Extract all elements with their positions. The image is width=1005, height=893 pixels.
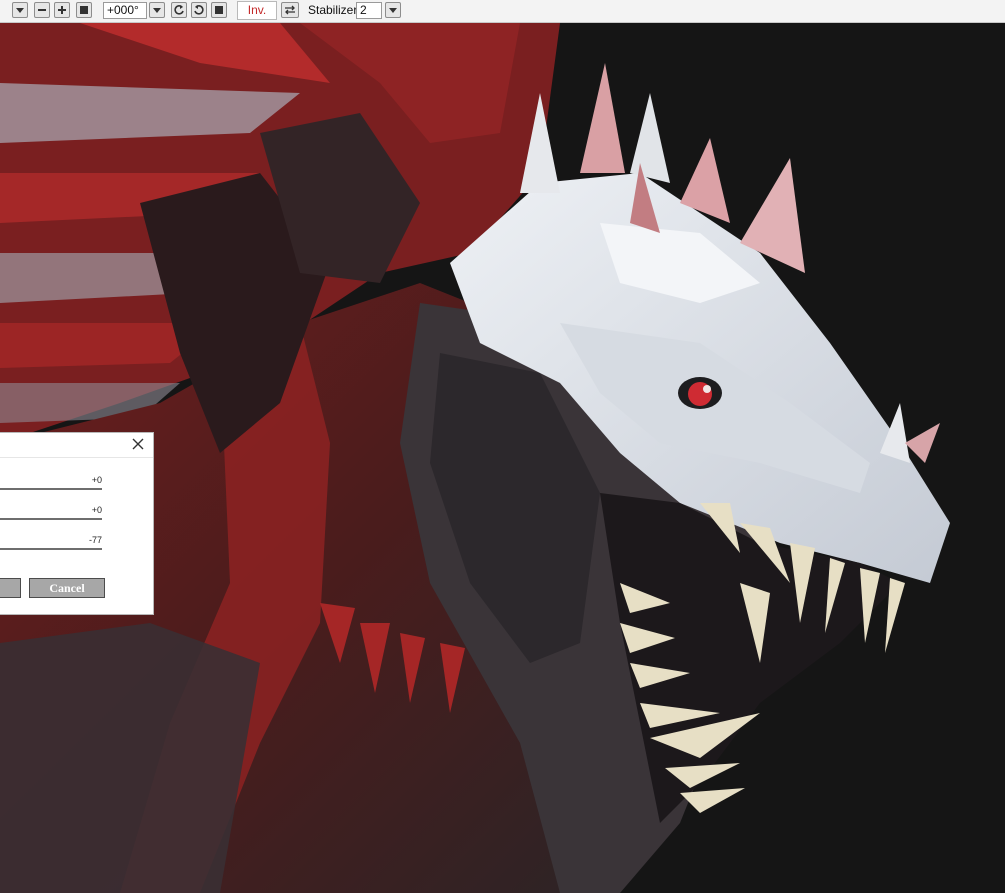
slider-2-value: +0 — [91, 505, 102, 515]
slider-2[interactable]: +0 — [0, 505, 102, 520]
stabilizer-dropdown-button[interactable] — [385, 2, 401, 18]
slider-1[interactable]: +0 — [0, 475, 102, 490]
invert-button[interactable]: Inv. — [237, 1, 277, 20]
toolbar: +000° Inv. Stabilizer 2 — [0, 0, 1005, 23]
chevron-down-icon — [153, 8, 161, 13]
adjustment-dialog: +0 +0 -77 Cancel — [0, 432, 154, 615]
slider-2-track[interactable] — [0, 518, 102, 520]
chevron-down-icon — [389, 8, 397, 13]
ok-button[interactable] — [0, 578, 21, 598]
close-icon[interactable] — [131, 437, 145, 451]
stabilizer-label: Stabilizer — [308, 3, 358, 17]
flip-icon — [285, 5, 295, 15]
rotation-angle-field[interactable]: +000° — [103, 2, 147, 19]
rotate-right-icon — [194, 5, 204, 15]
rotation-dropdown-button[interactable] — [149, 2, 165, 18]
rotate-right-button[interactable] — [191, 2, 207, 18]
square-icon — [215, 6, 223, 14]
slider-3[interactable]: -77 — [0, 535, 102, 550]
stabilizer-field[interactable]: 2 — [356, 2, 382, 19]
fit-view-button[interactable] — [76, 2, 92, 18]
slider-3-value: -77 — [88, 535, 102, 545]
chevron-down-icon — [16, 8, 24, 13]
dialog-titlebar — [0, 433, 153, 458]
reset-rotation-button[interactable] — [211, 2, 227, 18]
rotate-left-button[interactable] — [171, 2, 187, 18]
flip-horizontal-button[interactable] — [281, 2, 299, 18]
slider-1-value: +0 — [91, 475, 102, 485]
slider-1-track[interactable] — [0, 488, 102, 490]
square-icon — [80, 6, 88, 14]
plus-icon — [58, 6, 66, 14]
zoom-in-button[interactable] — [54, 2, 70, 18]
slider-3-track[interactable] — [0, 548, 102, 550]
brush-dropdown-button[interactable] — [12, 2, 28, 18]
cancel-button[interactable]: Cancel — [29, 578, 105, 598]
minus-icon — [38, 9, 46, 11]
zoom-out-button[interactable] — [34, 2, 50, 18]
rotate-left-icon — [174, 5, 184, 15]
